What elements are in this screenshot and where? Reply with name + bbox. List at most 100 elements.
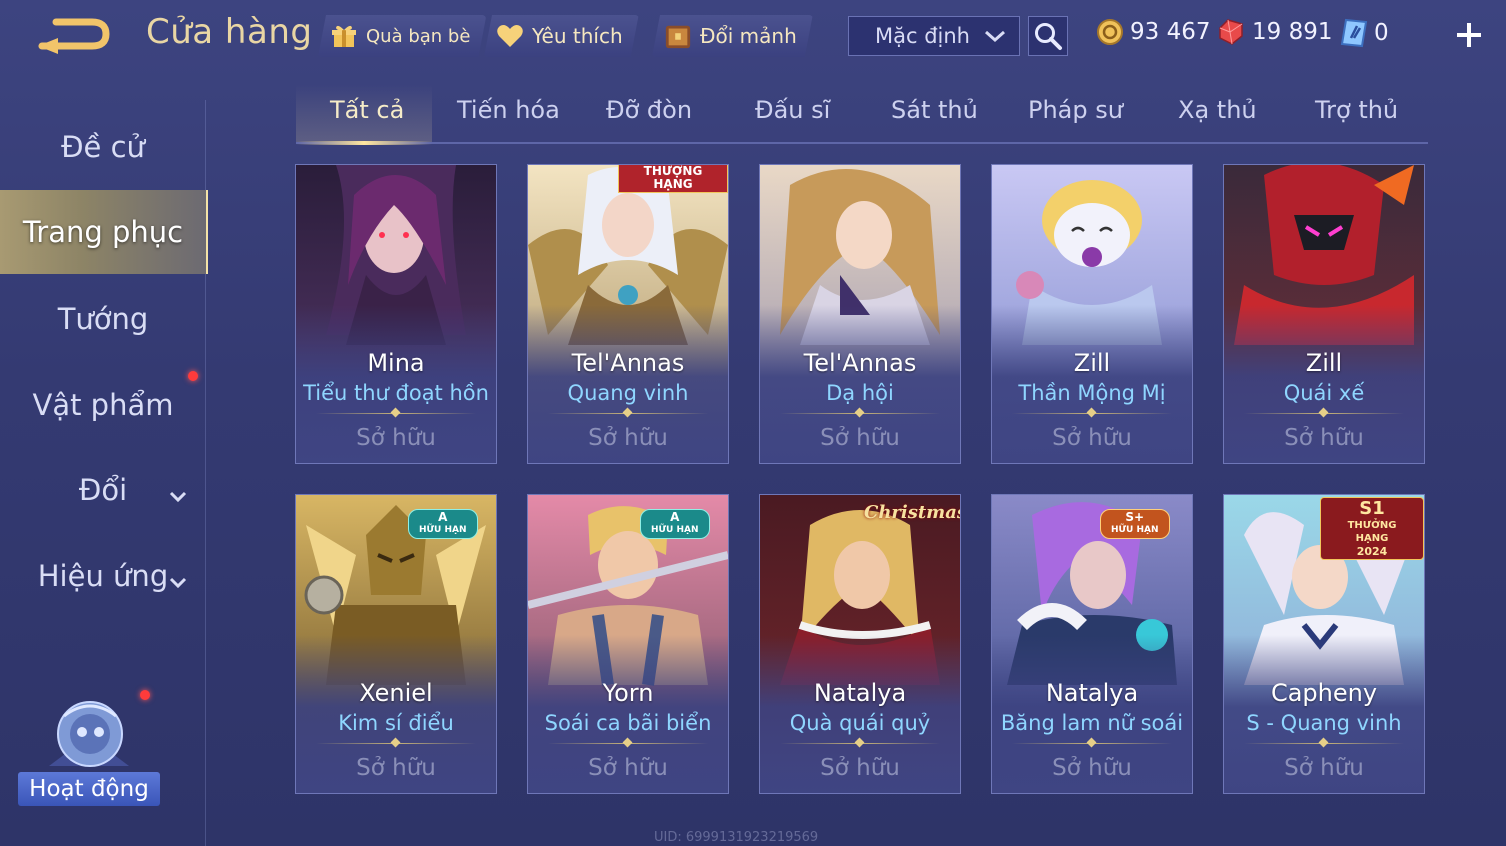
tab-tank[interactable]: Đỡ đòn [606,96,692,124]
sidebar-item-exchange[interactable]: Đổi [0,448,206,532]
tab-assassin[interactable]: Sát thủ [891,96,978,124]
skin-card[interactable]: Christmas Natalya Quà quái quỷ Sở hữu [759,494,961,794]
search-icon [1035,23,1062,50]
skin-card[interactable]: Mina Tiểu thư đoạt hồn Sở hữu [295,164,497,464]
ownership-status: Sở hữu [588,425,668,451]
voucher-icon [1340,18,1368,48]
skin-card[interactable]: S+ HỮU HẠN Natalya Băng lam nữ soái Sở h… [991,494,1193,794]
tab-support[interactable]: Trợ thủ [1315,96,1398,124]
hero-name: Zill [1305,349,1343,377]
ownership-status: Sở hữu [356,425,436,451]
top-bar: Cửa hàng Quà bạn bè Yêu thích Đổi mảnh M… [0,0,1506,72]
skin-name: Băng lam nữ soái [1000,711,1184,735]
ruby-balance: 19 891 [1216,18,1332,46]
skin-name: Tiểu thư đoạt hồn [303,381,489,405]
back-arrow-icon [38,18,110,54]
sort-value: Mặc định [875,24,970,48]
sidebar-item-label: Đề cử [61,130,145,164]
friend-gift-button[interactable]: Quà bạn bè [318,15,486,57]
ownership-status: Sở hữu [1052,425,1132,451]
hero-name: Zill [1073,349,1111,377]
ownership-status: Sở hữu [820,755,900,781]
tab-all[interactable]: Tất cả [330,96,404,124]
skin-card[interactable]: S1 THƯỞNG HẠNG 2024 Capheny S - Quang vi… [1223,494,1425,794]
activity-label: Hoạt động [18,772,160,806]
tier-badge: THƯỢNG HẠNG [618,165,728,193]
skin-card[interactable]: Zill Quái xế Sở hữu [1223,164,1425,464]
badge-tier: S+ [1125,510,1145,524]
skin-name: Quái xế [1283,381,1365,405]
limited-badge: A HỮU HẠN [408,509,478,539]
badge-label: THƯỞNG HẠNG [1347,520,1397,544]
ownership-status: Sở hữu [1052,755,1132,781]
notification-dot [188,371,198,381]
badge-tier: A [670,510,680,524]
skin-card[interactable]: A HỮU HẠN Xeniel Kim sí điểu Sở hữu [295,494,497,794]
skin-card[interactable]: THƯỢNG HẠNG Tel'Annas Quang vinh Sở hữu [527,164,729,464]
add-currency-button[interactable] [1452,18,1486,52]
sidebar-item-recommended[interactable]: Đề cử [0,105,206,189]
heart-icon [496,22,524,50]
skin-name: Dạ hội [826,381,894,405]
exchange-fragments-button[interactable]: Đổi mảnh [652,15,813,57]
badge-label: HỮU HẠN [419,525,467,535]
hero-name: Tel'Annas [803,349,917,377]
limited-badge: A HỮU HẠN [640,509,710,539]
hero-name: Natalya [1045,679,1139,707]
gift-icon [330,22,358,50]
badge-year: 2024 [1356,545,1388,558]
sidebar-item-effects[interactable]: Hiệu ứng [0,534,206,618]
gold-coin-icon [1097,19,1123,45]
sidebar-item-label: Vật phẩm [32,388,174,422]
skin-name: Soái ca bãi biển [544,711,712,735]
ruby-amount: 19 891 [1252,19,1333,45]
tab-evolution[interactable]: Tiến hóa [457,96,560,124]
skin-card[interactable]: A HỮU HẠN Yorn Soái ca bãi biển Sở hữu [527,494,729,794]
chevron-down-icon [168,478,188,512]
activity-button[interactable]: Hoạt động [14,690,164,816]
favorites-button[interactable]: Yêu thích [484,15,639,57]
skin-name: Quà quái quỷ [789,711,931,735]
ranked-reward-badge: S1 THƯỞNG HẠNG 2024 [1320,497,1424,560]
sidebar-item-label: Đổi [78,473,128,507]
user-id-watermark: UID: 6999131923219569 [654,830,819,845]
ownership-status: Sở hữu [1284,425,1364,451]
friend-gift-label: Quà bạn bè [366,25,471,47]
chevron-down-icon [168,564,188,598]
favorites-label: Yêu thích [532,24,623,48]
gold-amount: 93 467 [1130,19,1211,45]
sort-dropdown[interactable]: Mặc định [848,16,1020,56]
ruby-gem-icon [1219,19,1243,45]
ownership-status: Sở hữu [356,755,436,781]
chevron-down-icon [983,25,1007,52]
search-button[interactable] [1028,16,1068,56]
chest-icon [664,22,692,50]
sidebar-item-items[interactable]: Vật phẩm [0,363,206,447]
skin-card[interactable]: Tel'Annas Dạ hội Sở hữu [759,164,961,464]
tab-fighter[interactable]: Đấu sĩ [755,96,830,124]
hero-name: Xeniel [359,679,433,707]
sidebar-item-label: Hiệu ứng [37,559,169,593]
ownership-status: Sở hữu [820,425,900,451]
badge-label: HỮU HẠN [651,525,699,535]
skin-name: Quang vinh [567,381,689,405]
gold-balance: 93 467 [1096,18,1210,46]
page-title: Cửa hàng [146,12,313,52]
back-button[interactable] [36,16,114,56]
sidebar-item-label: Tướng [57,302,149,336]
sidebar-item-skins[interactable]: Trang phục [0,190,208,274]
activity-icon [49,701,129,767]
skin-name: S - Quang vinh [1246,711,1402,735]
skin-card[interactable]: Zill Thần Mộng Mị Sở hữu [991,164,1193,464]
badge-season: S1 [1359,498,1385,519]
exchange-fragments-label: Đổi mảnh [700,24,797,48]
tab-active-underline [296,141,432,145]
voucher-amount: 0 [1374,20,1389,46]
tab-marksman[interactable]: Xạ thủ [1178,96,1257,124]
tab-mage[interactable]: Pháp sư [1028,96,1123,124]
sidebar-item-heroes[interactable]: Tướng [0,277,206,361]
ownership-status: Sở hữu [588,755,668,781]
badge-label: HỮU HẠN [1111,525,1159,535]
hero-name: Mina [367,349,425,377]
skin-name: Kim sí điểu [338,711,454,735]
